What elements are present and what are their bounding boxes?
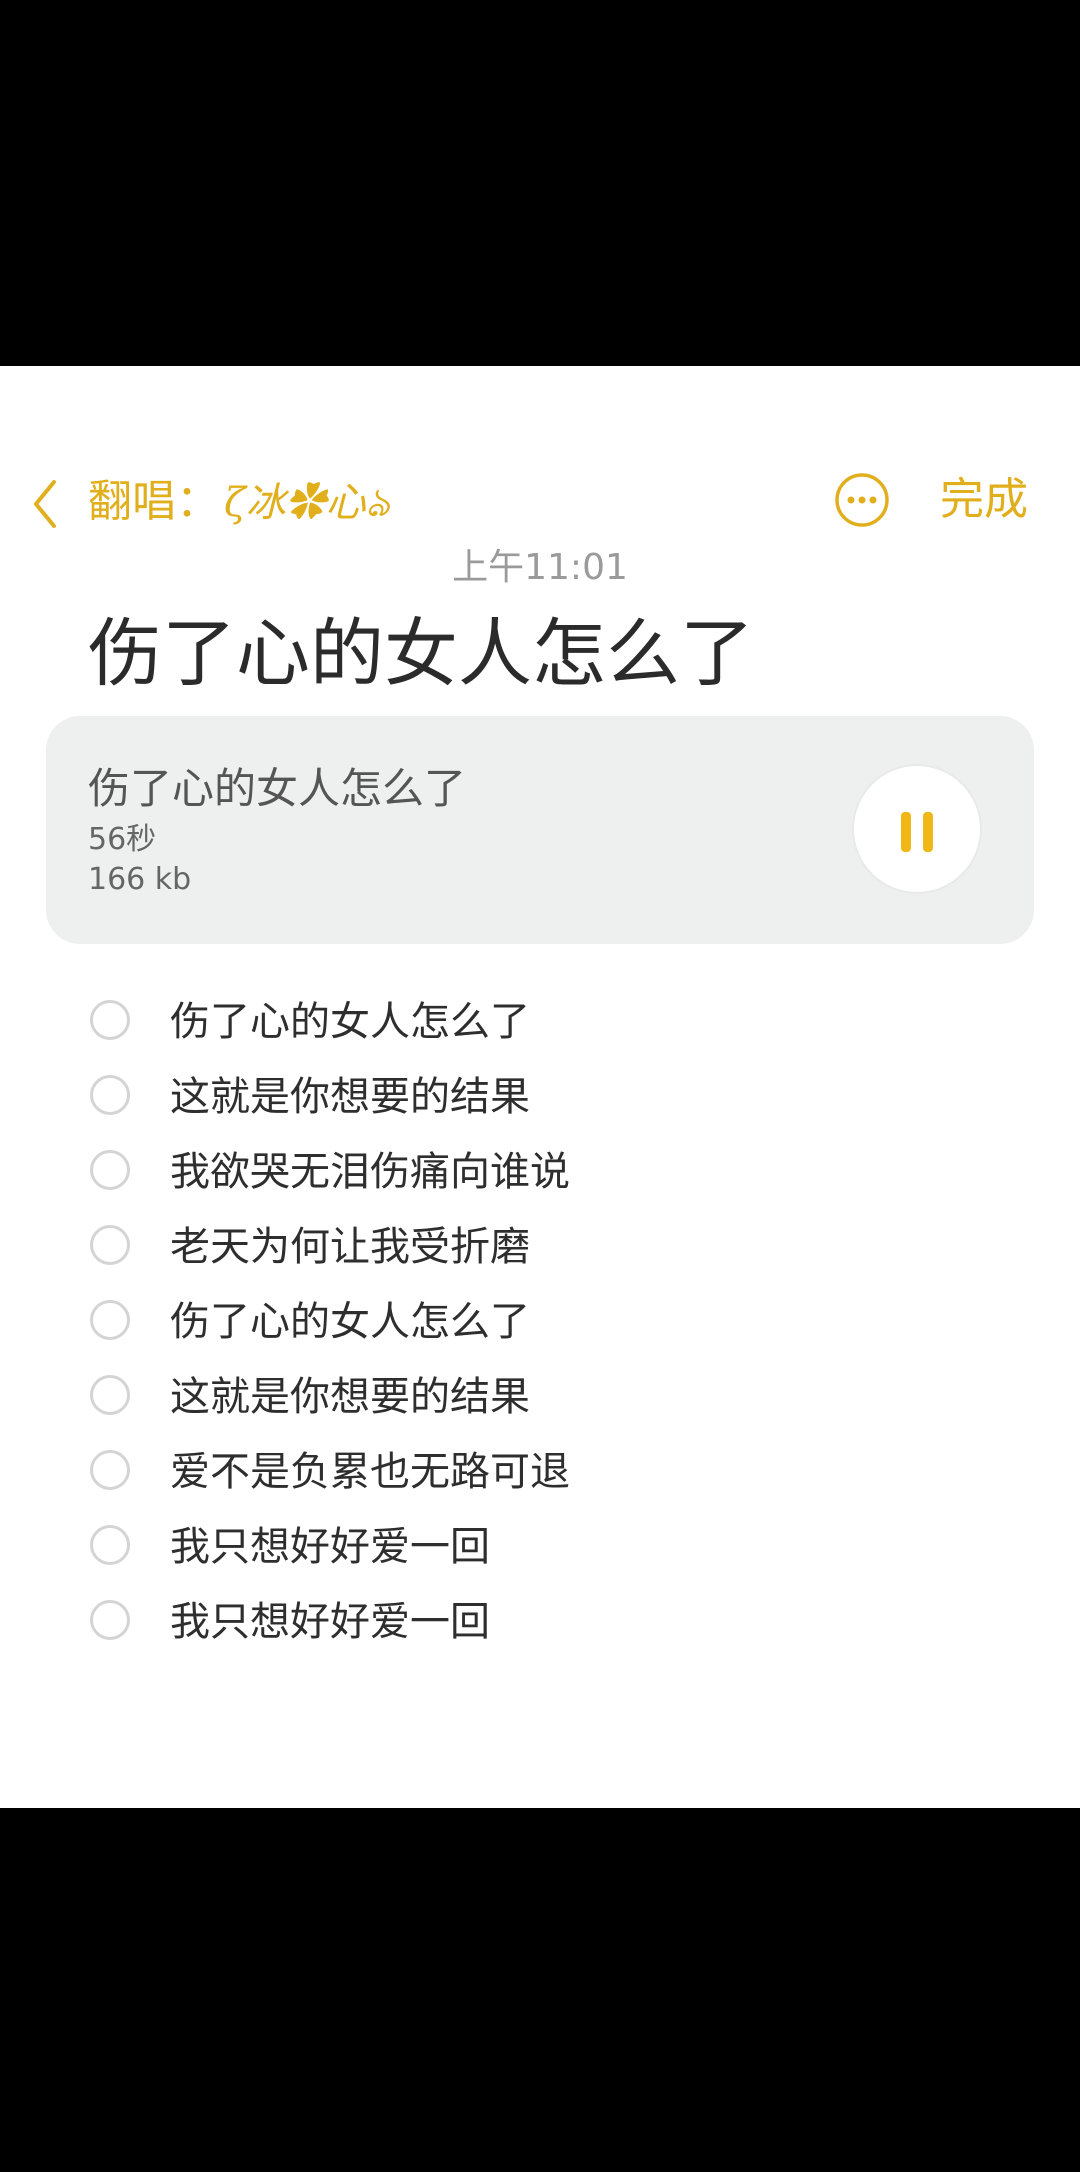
- checklist-item-text[interactable]: 伤了心的女人怎么了: [170, 994, 530, 1050]
- checklist-item: 这就是你想要的结果: [0, 1063, 1080, 1138]
- audio-duration: 56秒: [88, 822, 157, 857]
- checklist-item-text[interactable]: 我欲哭无泪伤痛向谁说: [170, 1144, 570, 1200]
- checklist: 伤了心的女人怎么了 这就是你想要的结果 我欲哭无泪伤痛向谁说 老天为何让我受折磨 伤了心…: [0, 988, 1080, 1663]
- screen: 翻唱： ζ冰✿心ঌ 完成 上午11:01 伤了心的女人怎么了 伤了心的女人怎么了 …: [0, 0, 1080, 2172]
- checkbox[interactable]: [90, 1450, 130, 1490]
- checklist-item-text[interactable]: 这就是你想要的结果: [170, 1069, 530, 1125]
- note-title[interactable]: 伤了心的女人怎么了: [88, 606, 754, 702]
- checklist-item-text[interactable]: 这就是你想要的结果: [170, 1369, 530, 1425]
- checklist-item-text[interactable]: 伤了心的女人怎么了: [170, 1294, 530, 1350]
- checkbox[interactable]: [90, 1525, 130, 1565]
- checklist-item: 伤了心的女人怎么了: [0, 1288, 1080, 1363]
- pause-button[interactable]: [854, 766, 980, 892]
- done-button[interactable]: 完成: [940, 472, 1028, 528]
- more-icon: [835, 473, 889, 527]
- checkbox[interactable]: [90, 1150, 130, 1190]
- checklist-item-text[interactable]: 我只想好好爱一回: [170, 1594, 490, 1650]
- checkbox[interactable]: [90, 1300, 130, 1340]
- checklist-item: 我只想好好爱一回: [0, 1588, 1080, 1663]
- note-timestamp: 上午11:01: [452, 547, 628, 588]
- top-bar: 翻唱： ζ冰✿心ঌ 完成: [0, 462, 1080, 542]
- checklist-item: 老天为何让我受折磨: [0, 1213, 1080, 1288]
- folder-label[interactable]: 翻唱： ζ冰✿心ঌ: [88, 474, 390, 531]
- checklist-item-text[interactable]: 爱不是负累也无路可退: [170, 1444, 570, 1500]
- checklist-item: 这就是你想要的结果: [0, 1363, 1080, 1438]
- checkbox[interactable]: [90, 1600, 130, 1640]
- checkbox[interactable]: [90, 1075, 130, 1115]
- folder-label-name: ζ冰✿心ঌ: [224, 480, 390, 526]
- note-editor: 翻唱： ζ冰✿心ঌ 完成 上午11:01 伤了心的女人怎么了 伤了心的女人怎么了 …: [0, 366, 1080, 1808]
- checklist-item: 伤了心的女人怎么了: [0, 988, 1080, 1063]
- checklist-item-text[interactable]: 我只想好好爱一回: [170, 1519, 490, 1575]
- checklist-item: 我欲哭无泪伤痛向谁说: [0, 1138, 1080, 1213]
- audio-attachment[interactable]: 伤了心的女人怎么了 56秒 166 kb: [46, 716, 1034, 944]
- checkbox[interactable]: [90, 1225, 130, 1265]
- more-options-button[interactable]: [832, 470, 892, 530]
- checkbox[interactable]: [90, 1000, 130, 1040]
- checkbox[interactable]: [90, 1375, 130, 1415]
- audio-name: 伤了心的女人怎么了: [88, 764, 467, 813]
- checklist-item: 爱不是负累也无路可退: [0, 1438, 1080, 1513]
- audio-size: 166 kb: [88, 862, 192, 897]
- checklist-item-text[interactable]: 老天为何让我受折磨: [170, 1219, 530, 1275]
- checklist-item: 我只想好好爱一回: [0, 1513, 1080, 1588]
- chevron-left-icon: [34, 480, 56, 528]
- folder-label-prefix: 翻唱：: [88, 476, 220, 527]
- back-button[interactable]: [26, 476, 66, 532]
